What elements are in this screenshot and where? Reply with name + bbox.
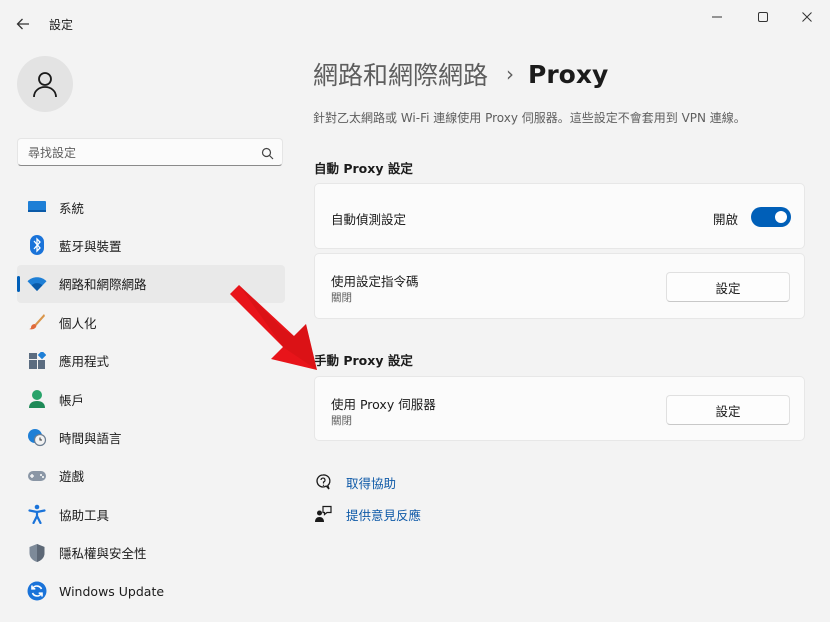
sidebar-item-gaming[interactable]: 遊戲	[17, 457, 285, 495]
sidebar-item-time-language[interactable]: 時間與語言	[17, 418, 285, 456]
breadcrumb-parent[interactable]: 網路和網際網路	[313, 56, 488, 92]
sidebar-item-label: 帳戶	[59, 392, 85, 408]
shield-icon	[27, 543, 47, 563]
sidebar-item-label: 遊戲	[59, 469, 85, 485]
annotation-arrow-icon	[230, 285, 317, 370]
proxy-server-card: 使用 Proxy 伺服器 關閉 設定	[314, 376, 805, 441]
give-feedback-text[interactable]: 提供意見反應	[346, 505, 421, 524]
title-bar: 設定	[0, 0, 830, 46]
setup-script-card: 使用設定指令碼 關閉 設定	[314, 253, 805, 319]
brush-icon	[27, 312, 47, 332]
clock-globe-icon	[27, 427, 47, 447]
sidebar-item-label: 隱私權與安全性	[59, 546, 147, 562]
app-title: 設定	[49, 18, 74, 32]
sidebar-item-windows-update[interactable]: Windows Update	[17, 572, 285, 610]
give-feedback-link[interactable]: 提供意見反應	[313, 504, 421, 524]
search-box[interactable]	[17, 138, 283, 166]
account-icon	[27, 389, 47, 409]
sidebar-item-system[interactable]: 系統	[17, 188, 285, 226]
auto-detect-card: 自動偵測設定 開啟	[314, 183, 805, 249]
sidebar-nav: 系統 藍牙與裝置 網路和網際網路 個人化 應用程式 帳戶 時間與語言 遊戲 協助…	[17, 188, 285, 610]
search-input[interactable]	[26, 143, 250, 163]
sidebar-item-label: 協助工具	[59, 507, 110, 523]
sidebar-item-label: 網路和網際網路	[59, 277, 147, 293]
setup-script-label: 使用設定指令碼	[331, 274, 419, 289]
proxy-server-setup-button[interactable]: 設定	[666, 395, 790, 425]
proxy-server-label: 使用 Proxy 伺服器	[331, 397, 436, 412]
get-help-text[interactable]: 取得協助	[346, 473, 396, 492]
breadcrumb-separator-icon: ›	[506, 62, 515, 86]
auto-detect-toggle[interactable]	[751, 207, 791, 227]
sidebar-item-bluetooth[interactable]: 藍牙與裝置	[17, 226, 285, 264]
auto-detect-label: 自動偵測設定	[331, 212, 407, 227]
back-button[interactable]	[10, 12, 36, 36]
setup-script-status: 關閉	[331, 292, 352, 304]
maximize-icon	[758, 12, 768, 22]
avatar[interactable]	[17, 56, 73, 112]
minimize-icon	[712, 16, 722, 18]
get-help-link[interactable]: 取得協助	[313, 472, 396, 492]
display-icon	[27, 197, 47, 217]
search-icon[interactable]	[261, 145, 274, 164]
sidebar-item-label: 系統	[59, 200, 85, 216]
toggle-knob	[775, 211, 787, 223]
minimize-button[interactable]	[696, 6, 738, 28]
sidebar-item-accounts[interactable]: 帳戶	[17, 380, 285, 418]
gamepad-icon	[27, 466, 47, 486]
help-icon	[313, 472, 333, 492]
sidebar-item-privacy-security[interactable]: 隱私權與安全性	[17, 534, 285, 572]
auto-detect-state-label: 開啟	[713, 212, 739, 227]
manual-proxy-section-title: 手動 Proxy 設定	[314, 353, 413, 368]
auto-proxy-section-title: 自動 Proxy 設定	[314, 161, 413, 176]
sidebar-item-label: 藍牙與裝置	[59, 239, 122, 255]
sidebar-item-label: 應用程式	[59, 354, 110, 370]
accessibility-icon	[27, 504, 47, 525]
maximize-button[interactable]	[742, 6, 784, 28]
close-icon	[802, 12, 812, 22]
apps-icon	[27, 351, 47, 371]
page-description: 針對乙太網路或 Wi-Fi 連線使用 Proxy 伺服器。這些設定不會套用到 V…	[313, 111, 746, 125]
close-button[interactable]	[786, 6, 828, 28]
sidebar-item-accessibility[interactable]: 協助工具	[17, 495, 285, 533]
page-title: Proxy	[528, 59, 609, 89]
wifi-icon	[27, 274, 47, 294]
sidebar-item-label: 個人化	[59, 315, 97, 331]
sidebar-item-label: 時間與語言	[59, 431, 122, 447]
settings-window: 設定 系統 藍牙與裝置	[0, 0, 830, 622]
feedback-icon	[313, 504, 333, 524]
update-icon	[27, 581, 47, 601]
back-arrow-icon	[16, 18, 29, 30]
breadcrumb: 網路和網際網路 › Proxy	[313, 56, 608, 92]
setup-script-setup-button[interactable]: 設定	[666, 272, 790, 302]
proxy-server-status: 關閉	[331, 415, 352, 427]
person-icon	[33, 72, 57, 98]
bluetooth-icon	[27, 235, 47, 256]
sidebar-item-label: Windows Update	[59, 583, 165, 599]
